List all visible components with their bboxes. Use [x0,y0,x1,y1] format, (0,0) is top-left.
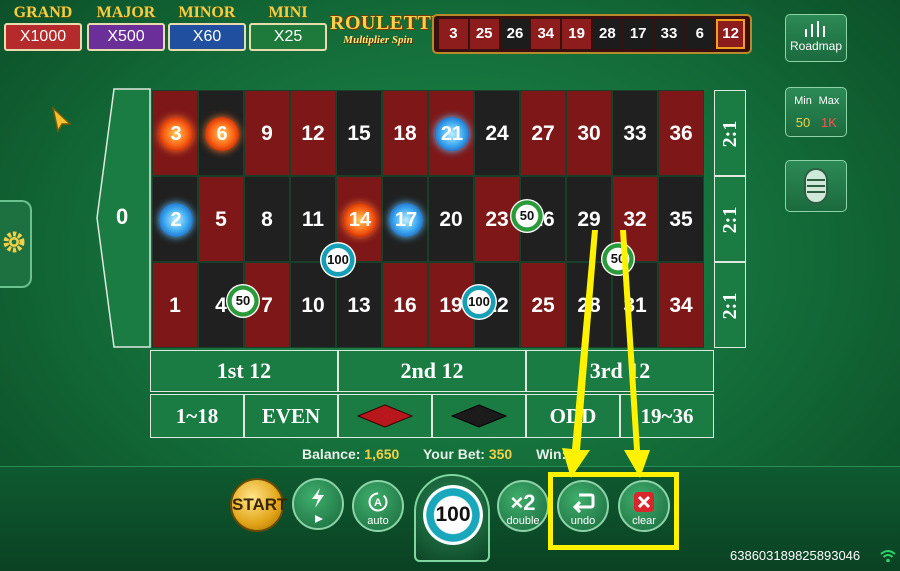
wifi-icon [880,550,896,563]
arrow-to-clear [620,230,650,478]
session-id: 638603189825893046 [730,548,861,563]
arrow-to-undo [562,230,598,478]
annotation-arrows [562,230,650,478]
